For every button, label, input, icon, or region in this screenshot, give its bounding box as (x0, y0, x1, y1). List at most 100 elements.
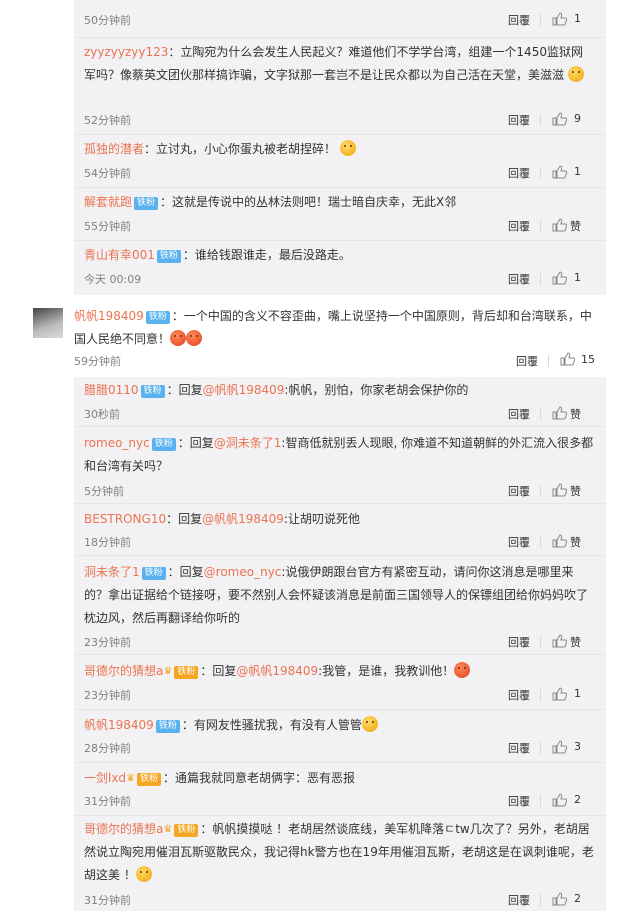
comment-thread: 50分钟前 回覆 1 zyyzyyzyy123：立陶宛为什么会发生人民起义？难道… (0, 0, 628, 911)
fan-badge: 铁粉 (140, 385, 165, 398)
reply-time: 30秒前 (84, 408, 120, 421)
reply-username[interactable]: 一剑lxd (84, 771, 126, 785)
reply-item: 腊腊0110 铁粉 ：回复@帆帆198409:帆帆，别怕，你家老胡会保护你的 30秒… (74, 377, 606, 427)
reply-item-fragment: 50分钟前 回覆 1 (74, 0, 606, 38)
reply-button[interactable]: 回覆 (508, 740, 530, 756)
like-count: 1 (574, 165, 581, 178)
fan-badge: 铁粉 (174, 824, 199, 837)
like-icon[interactable] (552, 534, 567, 548)
reply-text: 哥德尔的猜想a♛ 铁粉 ：回复@帆帆198409:我管，是谁，我教训他！ (84, 660, 594, 683)
reply-button[interactable]: 回覆 (508, 687, 530, 703)
reply-time: 50分钟前 (84, 14, 131, 27)
reply-button[interactable]: 回覆 (508, 892, 530, 908)
reply-button[interactable]: 回覆 (508, 483, 530, 499)
reply-mention[interactable]: @帆帆198409 (202, 512, 284, 526)
angry-emoji-icon (170, 330, 187, 346)
reply-time: 28分钟前 (84, 742, 131, 755)
reply-item: 哥德尔的猜想a♛ 铁粉 ：帆帆摸摸哒 ！老胡居然谈底线，美军机降落ㄷtw几次了？另外… (74, 816, 606, 911)
like-count: 9 (574, 112, 581, 125)
divider (540, 273, 541, 285)
like-icon[interactable] (552, 793, 567, 807)
reply-username[interactable]: 帆帆198409 (84, 718, 154, 732)
reply-username[interactable]: 哥德尔的猜想a (84, 664, 163, 678)
reply-item: 一剑lxd♛ 铁粉 ：通篇我就同意老胡俩字：恶有恶报 31分钟前 回覆 2 (74, 763, 606, 816)
comment-username[interactable]: 帆帆198409 (74, 309, 144, 323)
crown-icon: ♛ (126, 773, 136, 784)
like-icon[interactable] (552, 483, 567, 497)
reply-item: 孤独的潜者：立讨丸，小心你蛋丸被老胡捏碎！ 54分钟前 回覆 1 (74, 135, 606, 188)
reply-content: ：通篇我就同意老胡俩字：恶有恶报 (163, 771, 356, 785)
reply-item: zyyzyyzyy123：立陶宛为什么会发生人民起义？难道他们不学学台湾，组建一… (74, 38, 606, 135)
like-icon[interactable] (552, 12, 567, 26)
reply-button[interactable]: 回覆 (508, 12, 530, 28)
reply-username[interactable]: zyyzyyzyy123 (84, 45, 168, 59)
like-count: 1 (574, 12, 581, 25)
reply-item: 哥德尔的猜想a♛ 铁粉 ：回复@帆帆198409:我管，是谁，我教训他！ 23分钟前… (74, 655, 606, 710)
divider (540, 636, 541, 648)
replies-group-2: 腊腊0110 铁粉 ：回复@帆帆198409:帆帆，别怕，你家老胡会保护你的 30秒… (74, 377, 606, 911)
like-icon[interactable] (552, 112, 567, 126)
reply-content: :帆帆，别怕，你家老胡会保护你的 (284, 383, 469, 397)
reply-mention[interactable]: @帆帆198409 (236, 664, 318, 678)
reply-username[interactable]: 解套就跑 (84, 195, 132, 209)
reply-button[interactable]: 回覆 (508, 271, 530, 287)
reply-button[interactable]: 回覆 (508, 112, 530, 128)
reply-button[interactable]: 回覆 (508, 165, 530, 181)
reply-username[interactable]: 洞未条了1 (84, 565, 140, 579)
reply-content: :我管，是谁，我教训他！ (318, 664, 455, 678)
like-icon[interactable] (552, 406, 567, 420)
reply-time: 18分钟前 (84, 536, 131, 549)
like-count: 赞 (570, 485, 581, 498)
laugh-emoji-icon (567, 66, 584, 82)
divider (540, 795, 541, 807)
like-icon[interactable] (560, 352, 575, 366)
like-icon[interactable] (552, 687, 567, 701)
like-icon[interactable] (552, 892, 567, 906)
avatar[interactable] (33, 308, 63, 338)
reply-item: 解套就跑 铁粉 ：这就是传说中的丛林法则吧！瑞士暗自庆幸，无此X邻 55分钟前 回覆… (74, 188, 606, 241)
angry-emoji-icon (454, 662, 471, 678)
like-icon[interactable] (552, 165, 567, 179)
reply-button[interactable]: 回覆 (508, 793, 530, 809)
reply-button[interactable]: 回覆 (516, 353, 538, 369)
reply-username[interactable]: 青山有幸001 (84, 248, 155, 262)
reply-mention[interactable]: @洞未条了1 (214, 436, 282, 450)
reply-username[interactable]: BESTRONG10 (84, 512, 166, 526)
reply-button[interactable]: 回覆 (508, 406, 530, 422)
divider (540, 167, 541, 179)
reply-time: 31分钟前 (84, 795, 131, 808)
reply-mention[interactable]: @romeo_nyc (204, 565, 282, 579)
divider (540, 220, 541, 232)
reply-text: 一剑lxd♛ 铁粉 ：通篇我就同意老胡俩字：恶有恶报 (84, 767, 594, 790)
like-icon[interactable] (552, 218, 567, 232)
replies-group-1: 50分钟前 回覆 1 zyyzyyzyy123：立陶宛为什么会发生人民起义？难道… (74, 0, 606, 295)
reply-username[interactable]: romeo_nyc (84, 436, 150, 450)
reply-content: ：这就是传说中的丛林法则吧！瑞士暗自庆幸，无此X邻 (160, 195, 457, 209)
reply-time: 52分钟前 (84, 114, 131, 127)
reply-username[interactable]: 哥德尔的猜想a (84, 822, 163, 836)
reply-mention[interactable]: @帆帆198409 (203, 383, 285, 397)
reply-text: romeo_nyc 铁粉 ：回复@洞未条了1:智商低就别丢人现眼, 你难道不知道朝鲜… (84, 436, 594, 473)
like-icon[interactable] (552, 271, 567, 285)
reply-item: 洞未条了1 铁粉 ：回复@romeo_nyc:说俄伊朗跟台官方有紧密互动，请问你这消… (74, 556, 606, 655)
reply-button[interactable]: 回覆 (508, 534, 530, 550)
divider (540, 742, 541, 754)
fan-badge: 铁粉 (151, 438, 176, 451)
reply-item: BESTRONG10：回复@帆帆198409:让胡叨说死他 18分钟前 回覆 赞 (74, 504, 606, 556)
reply-text: BESTRONG10：回复@帆帆198409:让胡叨说死他 (84, 512, 360, 526)
reply-username[interactable]: 腊腊0110 (84, 383, 139, 397)
reply-button[interactable]: 回覆 (508, 634, 530, 650)
like-count: 赞 (570, 536, 581, 549)
like-icon[interactable] (552, 740, 567, 754)
reply-text: 帆帆198409 铁粉 ：有网友性骚扰我，有没有人管管 (84, 714, 594, 737)
comment-time: 59分钟前 (74, 355, 121, 368)
divider (540, 408, 541, 420)
fan-badge: 铁粉 (137, 773, 162, 786)
fan-badge: 铁粉 (134, 197, 159, 210)
reply-button[interactable]: 回覆 (508, 218, 530, 234)
like-icon[interactable] (552, 634, 567, 648)
like-count: 赞 (570, 636, 581, 649)
reply-time: 今天 00:09 (84, 273, 142, 286)
reply-username[interactable]: 孤独的潜者 (84, 142, 144, 156)
reply-time: 5分钟前 (84, 485, 124, 498)
